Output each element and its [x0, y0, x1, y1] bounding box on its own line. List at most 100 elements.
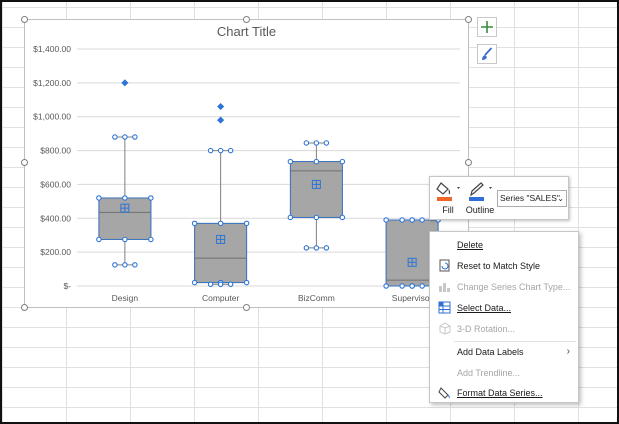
- selection-point: [339, 158, 346, 165]
- selection-point: [112, 134, 118, 140]
- excel-window: Chart Title $1,400.00 $1,200.00 $1,000.00 $8…: [0, 0, 619, 424]
- selection-point: [96, 236, 102, 243]
- resize-handle-bottom-left[interactable]: [21, 304, 28, 311]
- selection-point: [419, 217, 425, 223]
- selection-point: [409, 283, 415, 289]
- fill-bucket-icon: [436, 182, 460, 201]
- outlier-point: [217, 116, 225, 124]
- selection-point: [132, 262, 138, 268]
- selection-point: [303, 245, 310, 251]
- box-body: [289, 161, 343, 218]
- context-menu: Delete Reset to Match Style Change Serie…: [429, 231, 579, 403]
- selection-point: [227, 147, 234, 154]
- resize-handle-right[interactable]: [465, 159, 472, 166]
- selection-point: [323, 140, 330, 146]
- menu-item-change-type-label: Change Series Chart Type...: [457, 282, 571, 292]
- x-tick-label: Design: [112, 293, 139, 303]
- box-computer: [191, 102, 250, 288]
- menu-item-delete[interactable]: Delete: [430, 235, 578, 255]
- outlier-point: [217, 102, 225, 111]
- selection-point: [227, 281, 234, 288]
- selection-point: [399, 283, 405, 289]
- selection-point: [287, 158, 294, 165]
- selection-point: [409, 217, 415, 223]
- selection-point: [303, 140, 310, 146]
- select-data-icon: [438, 301, 451, 314]
- outline-button[interactable]: Outline: [463, 179, 497, 217]
- outline-pen-icon: [469, 182, 492, 201]
- selection-point: [122, 262, 128, 268]
- y-tick-label: $800.00: [40, 146, 71, 156]
- series-dropdown-value: Series "SALES": [500, 193, 560, 203]
- selection-point: [243, 279, 250, 286]
- selection-point: [207, 147, 214, 154]
- outline-label: Outline: [465, 205, 495, 215]
- selection-point: [217, 147, 224, 154]
- selection-point: [313, 140, 320, 146]
- chevron-down-icon: ⌄: [557, 194, 564, 203]
- menu-item-3d-rotation[interactable]: 3-D Rotation...: [430, 319, 578, 339]
- resize-handle-top-right[interactable]: [465, 16, 472, 23]
- menu-item-reset-style[interactable]: Reset to Match Style: [430, 256, 578, 276]
- resize-handle-left[interactable]: [21, 159, 28, 166]
- chart-elements-button[interactable]: [477, 17, 497, 37]
- selection-point: [217, 220, 224, 227]
- selection-point: [217, 281, 224, 288]
- fill-button[interactable]: Fill: [431, 179, 465, 217]
- format-mini-toolbar: Fill Outline Series "SALES" ⌄: [429, 176, 569, 220]
- menu-item-trendline-label: Add Trendline...: [457, 368, 521, 378]
- chevron-right-icon: ›: [566, 346, 570, 357]
- menu-item-rotation-label: 3-D Rotation...: [457, 324, 516, 334]
- menu-item-delete-label: Delete: [457, 240, 484, 250]
- selection-point: [191, 279, 198, 286]
- chart-type-icon: [439, 283, 450, 292]
- resize-handle-bottom[interactable]: [243, 304, 250, 311]
- selection-point: [313, 214, 320, 221]
- series-dropdown[interactable]: Series "SALES" ⌄: [497, 190, 567, 207]
- resize-handle-top-left[interactable]: [21, 16, 28, 23]
- box-design: [96, 79, 154, 268]
- x-tick-label: BizComm: [298, 293, 335, 303]
- chart-title: Chart Title: [217, 24, 276, 39]
- resize-handle-top[interactable]: [243, 16, 250, 23]
- selection-point: [313, 158, 320, 165]
- menu-item-add-trendline[interactable]: Add Trendline...: [430, 363, 578, 383]
- chart-area[interactable]: Chart Title $1,400.00 $1,200.00 $1,000.00 $8…: [24, 19, 469, 308]
- y-tick-label: $1,200.00: [33, 78, 71, 88]
- menu-item-add-labels-label: Add Data Labels: [457, 347, 524, 357]
- x-tick-label: Computer: [202, 293, 239, 303]
- menu-item-add-data-labels[interactable]: Add Data Labels ›: [430, 342, 578, 362]
- selection-point: [383, 283, 389, 289]
- y-tick-label: $1,400.00: [33, 44, 71, 54]
- box-plot-chart[interactable]: Chart Title $1,400.00 $1,200.00 $1,000.00 $8…: [25, 20, 470, 309]
- plus-icon: [481, 21, 493, 33]
- menu-item-format-data-series[interactable]: Format Data Series...: [430, 383, 578, 403]
- selection-point: [112, 262, 118, 268]
- selection-point: [207, 281, 214, 288]
- selection-point: [323, 245, 330, 251]
- reset-style-icon: [439, 259, 450, 272]
- selection-point: [122, 195, 128, 201]
- y-tick-label: $-: [63, 281, 71, 291]
- selection-point: [191, 220, 198, 227]
- menu-item-select-data[interactable]: Select Data...: [430, 298, 578, 318]
- menu-item-change-chart-type[interactable]: Change Series Chart Type...: [430, 277, 578, 297]
- format-paint-icon: [438, 387, 450, 399]
- paintbrush-icon: [482, 47, 493, 60]
- selection-point: [122, 134, 128, 140]
- box-body: [194, 222, 248, 284]
- box-bizcomm: [287, 140, 346, 251]
- y-tick-label: $600.00: [40, 179, 71, 189]
- selection-point: [383, 217, 389, 223]
- y-tick-label: $200.00: [40, 247, 71, 257]
- cube-icon: [439, 322, 451, 335]
- chart-styles-button[interactable]: [477, 44, 497, 64]
- fill-label: Fill: [442, 205, 454, 215]
- selection-point: [148, 236, 154, 243]
- selection-point: [243, 220, 250, 227]
- selection-point: [96, 195, 102, 201]
- selection-point: [148, 195, 154, 201]
- outlier-point: [121, 79, 129, 87]
- menu-item-reset-label: Reset to Match Style: [457, 261, 541, 271]
- selection-point: [339, 214, 346, 221]
